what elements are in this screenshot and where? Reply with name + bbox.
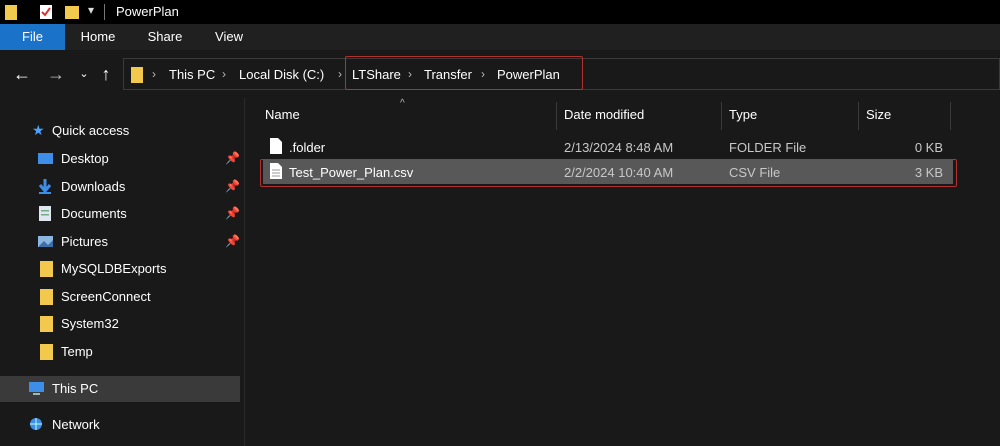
column-header-date-modified[interactable]: Date modified xyxy=(564,107,644,137)
file-name: .folder xyxy=(289,140,326,155)
desktop-icon xyxy=(38,153,53,164)
breadcrumb-this-pc[interactable]: This PC xyxy=(169,67,215,82)
sidebar-item-label: Downloads xyxy=(61,179,126,194)
new-folder-icon[interactable] xyxy=(64,3,80,21)
navigation-pane: ★ Quick access Desktop 📌 Downloads 📌 Doc… xyxy=(0,98,244,446)
downloads-icon xyxy=(38,179,52,194)
sidebar-item-quick-access[interactable]: ★ Quick access xyxy=(0,118,240,144)
sidebar-item-label: System32 xyxy=(61,316,119,331)
breadcrumb-chevron-icon[interactable]: › xyxy=(338,67,342,81)
column-separator[interactable] xyxy=(858,102,859,130)
pictures-icon xyxy=(38,236,53,247)
sidebar-item-label: Temp xyxy=(61,344,93,359)
folder-icon xyxy=(40,289,53,305)
folder-icon xyxy=(40,261,53,277)
sidebar-item-mysqldbexports[interactable]: MySQLDBExports xyxy=(0,256,240,282)
column-header-size[interactable]: Size xyxy=(866,107,891,137)
file-icon xyxy=(270,138,282,154)
sidebar-item-network[interactable]: Network xyxy=(0,412,240,438)
breadcrumb-chevron-icon[interactable]: › xyxy=(222,67,226,81)
recent-locations-chevron-icon[interactable]: ⌄ xyxy=(74,64,94,84)
sidebar-item-temp[interactable]: Temp xyxy=(0,339,240,365)
customize-quick-access-icon[interactable]: ▾ xyxy=(88,3,94,17)
sidebar-item-label: This PC xyxy=(52,381,99,396)
sidebar-item-system32[interactable]: System32 xyxy=(0,311,240,337)
folder-icon xyxy=(5,5,17,20)
highlight-file-box xyxy=(260,159,957,187)
sidebar-item-this-pc[interactable]: This PC xyxy=(0,376,240,402)
ribbon-tabs: File Home Share View xyxy=(0,24,1000,50)
column-separator[interactable] xyxy=(556,102,557,130)
file-date-modified: 2/13/2024 8:48 AM xyxy=(564,140,674,155)
sidebar-item-label: Network xyxy=(52,417,100,432)
tab-view[interactable]: View xyxy=(205,24,253,50)
back-arrow-icon[interactable]: ← xyxy=(12,64,32,84)
star-icon: ★ xyxy=(32,122,45,138)
network-icon xyxy=(30,418,42,430)
sidebar-item-label: Documents xyxy=(61,206,127,221)
column-header-type[interactable]: Type xyxy=(729,107,757,137)
folder-icon xyxy=(40,316,53,332)
column-header-name[interactable]: Name xyxy=(265,107,300,137)
properties-icon[interactable] xyxy=(38,3,54,21)
documents-icon xyxy=(39,206,51,221)
breadcrumb-chevron-icon[interactable]: › xyxy=(152,67,156,81)
folder-icon xyxy=(131,67,143,83)
highlight-path-box xyxy=(345,56,583,90)
title-bar: ▾ PowerPlan xyxy=(0,0,1000,24)
sidebar-item-pictures[interactable]: Pictures 📌 xyxy=(0,229,240,255)
tab-file[interactable]: File xyxy=(0,24,65,50)
window-title: PowerPlan xyxy=(116,4,179,19)
sidebar-item-downloads[interactable]: Downloads 📌 xyxy=(0,174,240,200)
breadcrumb-local-disk[interactable]: Local Disk (C:) xyxy=(239,67,324,82)
column-separator[interactable] xyxy=(721,102,722,130)
sidebar-item-documents[interactable]: Documents 📌 xyxy=(0,201,240,227)
forward-arrow-icon[interactable]: → xyxy=(46,64,66,84)
sidebar-item-screenconnect[interactable]: ScreenConnect xyxy=(0,284,240,310)
sort-ascending-icon: ^ xyxy=(400,98,405,109)
sidebar-item-desktop[interactable]: Desktop 📌 xyxy=(0,146,240,172)
navigation-bar: ← → ⌄ ↑ › This PC › Local Disk (C:) › LT… xyxy=(0,50,1000,98)
pin-icon: 📌 xyxy=(225,151,240,165)
title-separator xyxy=(104,4,105,20)
table-row[interactable]: .folder 2/13/2024 8:48 AM FOLDER File 0 … xyxy=(263,135,953,159)
folder-icon xyxy=(40,344,53,360)
pin-icon: 📌 xyxy=(225,234,240,248)
computer-icon xyxy=(29,382,44,395)
file-list: ^ Name Date modified Type Size .folder 2… xyxy=(245,98,1000,446)
sidebar-item-label: Quick access xyxy=(52,123,130,138)
file-size: 0 KB xyxy=(914,140,943,155)
file-type: FOLDER File xyxy=(729,140,807,155)
tab-home[interactable]: Home xyxy=(73,24,123,50)
pin-icon: 📌 xyxy=(225,179,240,193)
sidebar-item-label: Pictures xyxy=(61,234,108,249)
column-separator[interactable] xyxy=(950,102,951,130)
up-arrow-icon[interactable]: ↑ xyxy=(96,64,116,84)
tab-share[interactable]: Share xyxy=(140,24,190,50)
pin-icon: 📌 xyxy=(225,206,240,220)
sidebar-item-label: ScreenConnect xyxy=(61,289,151,304)
sidebar-item-label: MySQLDBExports xyxy=(61,261,167,276)
sidebar-item-label: Desktop xyxy=(61,151,109,166)
